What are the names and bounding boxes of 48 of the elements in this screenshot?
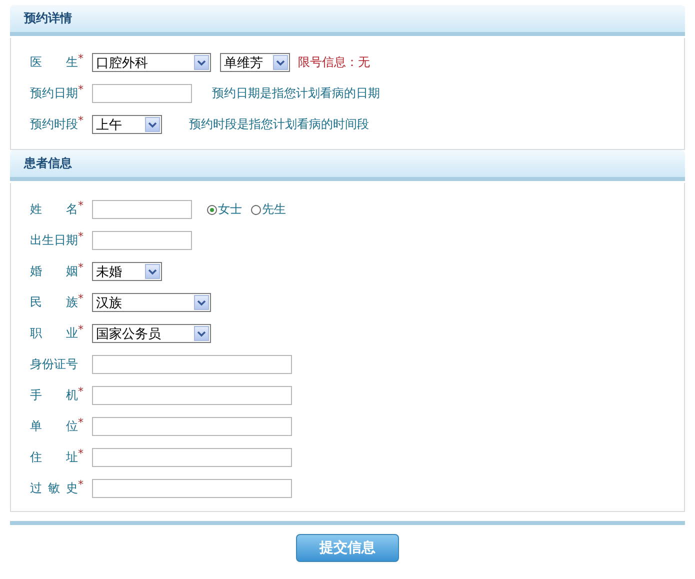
field-label: 职 业 [30, 325, 78, 342]
field-label: 住 址 [30, 449, 78, 466]
required-mark: * [78, 478, 84, 491]
dropdown[interactable]: 国家公务员 [92, 324, 211, 343]
section-title: 患者信息 [24, 155, 72, 172]
radio-icon[interactable] [207, 204, 217, 214]
input-field[interactable] [92, 479, 292, 498]
input-field[interactable] [92, 84, 192, 103]
field-label: 民 族 [30, 294, 78, 311]
field-label: 出生日期 [30, 232, 78, 249]
input-field[interactable] [92, 386, 292, 405]
radio-option[interactable]: 先生 [251, 201, 286, 218]
dropdown[interactable]: 上午 [92, 115, 162, 134]
required-mark: * [78, 385, 84, 398]
input-field[interactable] [92, 200, 192, 219]
hint-text: 预约时段是指您计划看病的时间段 [189, 116, 369, 133]
field-label: 单 位 [30, 418, 78, 435]
field-label: 预约时段 [30, 116, 78, 133]
input-field[interactable] [92, 417, 292, 436]
field-label: 手 机 [30, 387, 78, 404]
radio-icon[interactable] [251, 204, 261, 214]
field-label: 过 敏 史 [30, 480, 78, 497]
dropdown[interactable]: 汉族 [92, 293, 211, 312]
radio-option[interactable]: 女士 [207, 201, 242, 218]
required-mark: * [78, 292, 84, 305]
dropdown[interactable]: 单维芳 [220, 53, 290, 72]
required-mark: * [78, 447, 84, 460]
dropdown[interactable]: 未婚 [92, 262, 162, 281]
required-mark: * [78, 114, 84, 127]
required-mark: * [78, 323, 84, 336]
input-field[interactable] [92, 231, 192, 250]
input-field[interactable] [92, 355, 292, 374]
field-label: 婚 姻 [30, 263, 78, 280]
required-mark: * [78, 416, 84, 429]
required-mark: * [78, 261, 84, 274]
field-label: 医 生 [30, 54, 78, 71]
field-label: 预约日期 [30, 85, 78, 102]
input-field[interactable] [92, 448, 292, 467]
required-mark: * [78, 230, 84, 243]
hint-text: 预约日期是指您计划看病的日期 [212, 85, 380, 102]
section-title: 预约详情 [24, 10, 72, 27]
field-label: 身份证号 [30, 356, 78, 373]
quota-info: 限号信息：无 [298, 54, 370, 71]
required-mark: * [78, 83, 84, 96]
required-mark: * [78, 199, 84, 212]
field-label: 姓 名 [30, 201, 78, 218]
dropdown[interactable]: 口腔外科 [92, 53, 211, 72]
required-mark: * [78, 52, 84, 65]
